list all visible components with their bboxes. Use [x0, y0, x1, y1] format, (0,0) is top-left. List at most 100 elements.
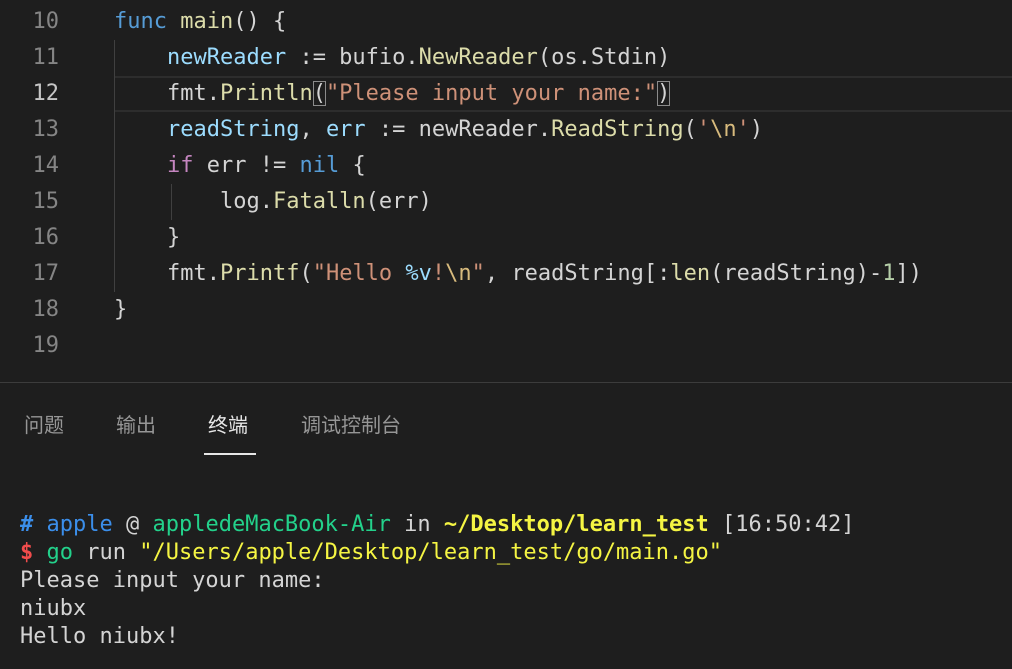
code-token: := bufio. [286, 45, 419, 70]
terminal-token: appledeMacBook-Air [152, 512, 391, 537]
code-line[interactable]: 16 } [0, 220, 1012, 256]
line-number: 15 [32, 189, 60, 214]
code-text: if err != nil { [114, 148, 366, 184]
code-token: fmt. [166, 261, 220, 286]
code-line[interactable]: 14 if err != nil { [0, 148, 1012, 184]
terminal-line: niubx [20, 595, 1005, 623]
code-line[interactable]: 12 fmt.Println("Please input your name:"… [0, 76, 1012, 112]
terminal-token: ~/Desktop/learn_test [443, 512, 709, 537]
code-text: } [114, 292, 127, 328]
code-text: fmt.Printf("Hello %v!\n", readString[:le… [114, 256, 922, 292]
terminal-token: # [20, 512, 34, 537]
code-token: nil [299, 153, 340, 178]
code-token: (readString)- [710, 261, 883, 286]
line-number: 10 [32, 9, 60, 34]
code-token: fmt. [166, 81, 220, 106]
terminal-token: "/Users/apple/Desktop/learn_test/go/main… [139, 540, 723, 565]
tab-output[interactable]: 输出 [116, 410, 156, 440]
terminal-token: apple [46, 512, 113, 537]
code-token: () { [233, 9, 287, 34]
code-token: err [325, 117, 366, 142]
code-token: func [114, 9, 167, 34]
line-number: 12 [32, 81, 60, 106]
code-token: { [339, 153, 366, 178]
code-token: } [114, 297, 128, 322]
code-token: ! [431, 261, 446, 286]
terminal-token: Hello niubx! [20, 624, 179, 649]
line-number: 17 [32, 261, 60, 286]
line-number: 11 [32, 45, 60, 70]
code-token: ReadString [551, 117, 684, 142]
code-token: ' [696, 117, 711, 142]
code-text: log.Fatalln(err) [114, 184, 432, 220]
terminal-token: Please input your name: [20, 568, 325, 593]
terminal-output[interactable]: # apple @ appledeMacBook-Air in ~/Deskto… [20, 511, 1005, 651]
code-token: ( [299, 261, 313, 286]
code-token: if [166, 153, 194, 178]
code-token: log. [219, 189, 273, 214]
code-token: "Hello [312, 261, 406, 286]
terminal-line: # apple @ appledeMacBook-Air in ~/Deskto… [20, 511, 1005, 539]
code-token: err != [193, 153, 300, 178]
code-line[interactable]: 10 func main() { [0, 4, 1012, 40]
terminal-token: run [73, 540, 140, 565]
code-line[interactable]: 19 [0, 328, 1012, 364]
code-token: ]) [895, 261, 923, 286]
code-text: newReader := bufio.NewReader(os.Stdin) [114, 40, 670, 76]
code-token: } [166, 225, 181, 250]
line-number: 14 [32, 153, 60, 178]
code-token: len [670, 261, 711, 286]
code-token: , [299, 117, 326, 142]
code-token: 1 [882, 261, 896, 286]
code-token: newReader [166, 45, 287, 70]
terminal-line: Please input your name: [20, 567, 1005, 595]
code-token: \n [710, 117, 737, 142]
indent-guide [171, 184, 172, 220]
tab-terminal[interactable]: 终端 [208, 410, 248, 440]
terminal-token: in [390, 512, 444, 537]
indent-guide [114, 40, 115, 292]
line-number: 19 [32, 333, 60, 358]
code-token: \n [445, 261, 472, 286]
code-token: Printf [219, 261, 300, 286]
matching-bracket: ( [312, 81, 326, 106]
code-token: NewReader [418, 45, 538, 70]
code-token: readString [166, 117, 300, 142]
code-text: func main() { [114, 4, 286, 40]
code-text: readString, err := newReader.ReadString(… [114, 112, 763, 148]
bottom-panel: 问题 输出 终端 调试控制台 # apple @ appledeMacBook-… [0, 382, 1012, 669]
code-text: fmt.Println("Please input your name:") [114, 76, 671, 112]
terminal-line: Hello niubx! [20, 623, 1005, 651]
code-line[interactable]: 15 log.Fatalln(err) [0, 184, 1012, 220]
active-tab-indicator [204, 453, 256, 455]
code-token: " [471, 261, 485, 286]
terminal-token: niubx [20, 596, 87, 621]
code-token: (err) [365, 189, 432, 214]
terminal-token: $ [20, 540, 34, 565]
code-token: ( [683, 117, 697, 142]
code-token: ) [749, 117, 764, 142]
code-token: ' [736, 117, 750, 142]
matching-bracket: ) [657, 81, 671, 106]
code-line[interactable]: 17 fmt.Printf("Hello %v!\n", readString[… [0, 256, 1012, 292]
tab-problems[interactable]: 问题 [24, 410, 64, 440]
tab-debug-console[interactable]: 调试控制台 [301, 410, 401, 440]
code-token: Fatalln [272, 189, 366, 214]
code-line[interactable]: 11 newReader := bufio.NewReader(os.Stdin… [0, 40, 1012, 76]
code-token: (os.Stdin) [537, 45, 671, 70]
code-token: Println [219, 81, 313, 106]
code-editor[interactable]: 10 func main() {11 newReader := bufio.New… [0, 0, 1012, 382]
terminal-line: $ go run "/Users/apple/Desktop/learn_tes… [20, 539, 1005, 567]
code-line[interactable]: 13 readString, err := newReader.ReadStri… [0, 112, 1012, 148]
code-token: main [180, 9, 234, 34]
code-line[interactable]: 18} [0, 292, 1012, 328]
code-token: := newReader. [365, 117, 552, 142]
terminal-token: @ [112, 512, 153, 537]
code-text: } [114, 220, 180, 256]
panel-tabs: 问题 输出 终端 调试控制台 [0, 383, 1012, 457]
code-token: %v [405, 261, 432, 286]
terminal-token: [16:50:42] [708, 512, 855, 537]
